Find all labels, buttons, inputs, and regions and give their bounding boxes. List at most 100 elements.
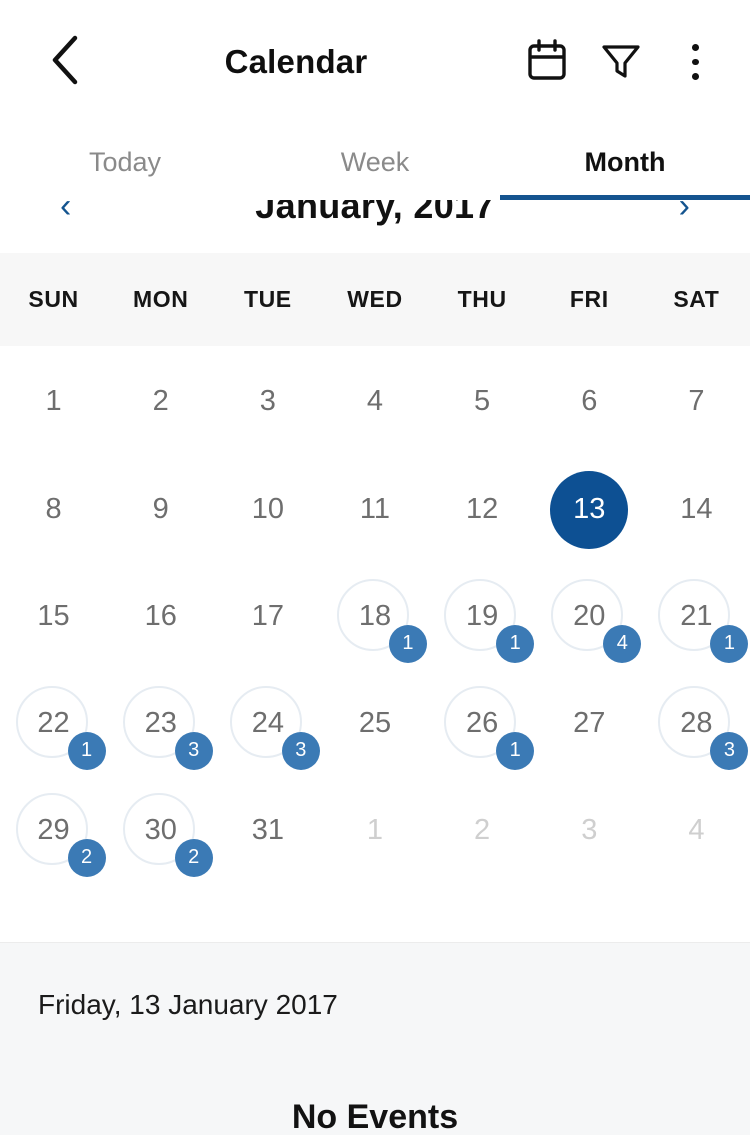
day-wrapper: 22 1 bbox=[14, 684, 106, 770]
day-cell-16[interactable]: 16 bbox=[107, 563, 214, 670]
day-cell-27[interactable]: 27 bbox=[536, 670, 643, 777]
day-number: 21 bbox=[680, 600, 713, 632]
calendar-button[interactable] bbox=[510, 22, 584, 102]
event-count-badge: 4 bbox=[603, 624, 642, 663]
event-count-badge: 3 bbox=[174, 731, 213, 770]
day-cell-21[interactable]: 21 1 bbox=[643, 563, 750, 670]
day-cell-7[interactable]: 7 bbox=[643, 346, 750, 456]
day-cell-20[interactable]: 20 4 bbox=[536, 563, 643, 670]
day-number: 25 bbox=[358, 707, 392, 739]
day-number: 10 bbox=[251, 493, 284, 525]
day-number: 29 bbox=[37, 814, 70, 846]
day-cell-14[interactable]: 14 bbox=[643, 456, 750, 563]
filter-button[interactable] bbox=[584, 22, 658, 102]
month-grid: 1 2 3 4 5 6 7 8 9 10 11 12 13 14 15 16 17 18 1 19 1 20 4 21 1 22 1… bbox=[0, 346, 750, 942]
event-count-badge: 1 bbox=[710, 624, 749, 663]
day-cell-1[interactable]: 1 bbox=[321, 777, 428, 884]
app-bar-actions bbox=[510, 22, 732, 102]
day-number: 31 bbox=[251, 814, 284, 846]
event-count-badge: 3 bbox=[710, 731, 749, 770]
day-cell-2[interactable]: 2 bbox=[429, 777, 536, 884]
day-cell-8[interactable]: 8 bbox=[0, 456, 107, 563]
day-cell-19[interactable]: 19 1 bbox=[429, 563, 536, 670]
day-cell-18[interactable]: 18 1 bbox=[321, 563, 428, 670]
day-number: 9 bbox=[152, 493, 169, 525]
day-number: 3 bbox=[259, 384, 276, 417]
tab-today[interactable]: Today bbox=[0, 124, 250, 200]
day-wrapper: 17 bbox=[228, 577, 308, 657]
day-cell-26[interactable]: 26 1 bbox=[429, 670, 536, 777]
calendar-icon bbox=[526, 38, 568, 87]
day-cell-24[interactable]: 24 3 bbox=[214, 670, 321, 777]
day-number: 20 bbox=[573, 600, 606, 632]
day-cell-15[interactable]: 15 bbox=[0, 563, 107, 670]
weekday-wed: WED bbox=[347, 286, 403, 312]
event-count-badge: 1 bbox=[388, 624, 427, 663]
weekday-mon: MON bbox=[132, 286, 189, 312]
day-cell-5[interactable]: 5 bbox=[429, 346, 536, 456]
day-cell-2[interactable]: 2 bbox=[107, 346, 214, 456]
day-wrapper: 5 bbox=[442, 361, 522, 441]
day-wrapper: 31 bbox=[228, 791, 308, 871]
day-cell-4[interactable]: 4 bbox=[643, 777, 750, 884]
day-cell-12[interactable]: 12 bbox=[429, 456, 536, 563]
week-row: 8 9 10 11 12 13 14 bbox=[0, 456, 750, 563]
day-number: 12 bbox=[465, 493, 499, 525]
day-cell-31[interactable]: 31 bbox=[214, 777, 321, 884]
tab-month[interactable]: Month bbox=[500, 124, 750, 200]
day-wrapper: 10 bbox=[228, 470, 308, 550]
day-number: 11 bbox=[359, 493, 391, 525]
day-cell-28[interactable]: 28 3 bbox=[643, 670, 750, 777]
selected-date-label: Friday, 13 January 2017 bbox=[38, 989, 338, 1020]
day-cell-4[interactable]: 4 bbox=[321, 346, 428, 456]
day-cell-9[interactable]: 9 bbox=[107, 456, 214, 563]
overflow-menu-button[interactable] bbox=[658, 22, 732, 102]
day-wrapper: 28 3 bbox=[656, 684, 749, 770]
day-number: 7 bbox=[688, 384, 705, 417]
day-number: 13 bbox=[573, 493, 606, 525]
weekday-sun: SUN bbox=[28, 286, 79, 312]
day-number: 2 bbox=[152, 384, 169, 417]
day-number: 19 bbox=[465, 600, 499, 632]
tab-week-label: Week bbox=[340, 146, 410, 177]
day-wrapper: 2 bbox=[442, 791, 522, 871]
day-wrapper: 20 4 bbox=[549, 577, 642, 663]
next-month-button[interactable]: › bbox=[667, 200, 702, 229]
tab-week[interactable]: Week bbox=[250, 124, 500, 200]
event-count-badge: 1 bbox=[67, 731, 106, 770]
day-cell-23[interactable]: 23 3 bbox=[107, 670, 214, 777]
day-cell-22[interactable]: 22 1 bbox=[0, 670, 107, 777]
previous-month-button[interactable]: ‹ bbox=[48, 200, 83, 229]
day-cell-6[interactable]: 6 bbox=[536, 346, 643, 456]
month-navigation-clip: ‹ January, 2017 › bbox=[0, 200, 750, 253]
app-bar: Calendar bbox=[0, 0, 750, 124]
day-wrapper: 15 bbox=[14, 577, 94, 657]
day-wrapper: 16 bbox=[121, 577, 201, 657]
tab-month-label: Month bbox=[584, 146, 666, 177]
month-year-label: January, 2017 bbox=[255, 200, 495, 226]
day-number: 30 bbox=[144, 814, 177, 846]
filter-icon bbox=[599, 38, 643, 87]
day-cell-3[interactable]: 3 bbox=[536, 777, 643, 884]
day-cell-25[interactable]: 25 bbox=[321, 670, 428, 777]
day-cell-17[interactable]: 17 bbox=[214, 563, 321, 670]
day-number: 17 bbox=[251, 600, 284, 632]
day-cell-11[interactable]: 11 bbox=[321, 456, 428, 563]
weekday-tue: TUE bbox=[243, 286, 292, 312]
week-row: 22 1 23 3 24 3 25 26 1 27 28 3 bbox=[0, 670, 750, 777]
day-cell-10[interactable]: 10 bbox=[214, 456, 321, 563]
no-events-message: No Events bbox=[291, 1098, 459, 1136]
day-wrapper: 3 bbox=[549, 791, 629, 871]
day-number: 18 bbox=[358, 600, 392, 632]
week-row: 15 16 17 18 1 19 1 20 4 21 1 bbox=[0, 563, 750, 670]
day-number: 23 bbox=[144, 707, 177, 739]
day-cell-30[interactable]: 30 2 bbox=[107, 777, 214, 884]
day-wrapper: 29 2 bbox=[14, 791, 106, 877]
weekday-fri: FRI bbox=[569, 286, 609, 312]
day-cell-3[interactable]: 3 bbox=[214, 346, 321, 456]
day-number: 24 bbox=[251, 707, 284, 739]
day-cell-13[interactable]: 13 bbox=[536, 456, 643, 563]
day-wrapper: 13 bbox=[549, 470, 629, 550]
day-cell-1[interactable]: 1 bbox=[0, 346, 107, 456]
day-cell-29[interactable]: 29 2 bbox=[0, 777, 107, 884]
